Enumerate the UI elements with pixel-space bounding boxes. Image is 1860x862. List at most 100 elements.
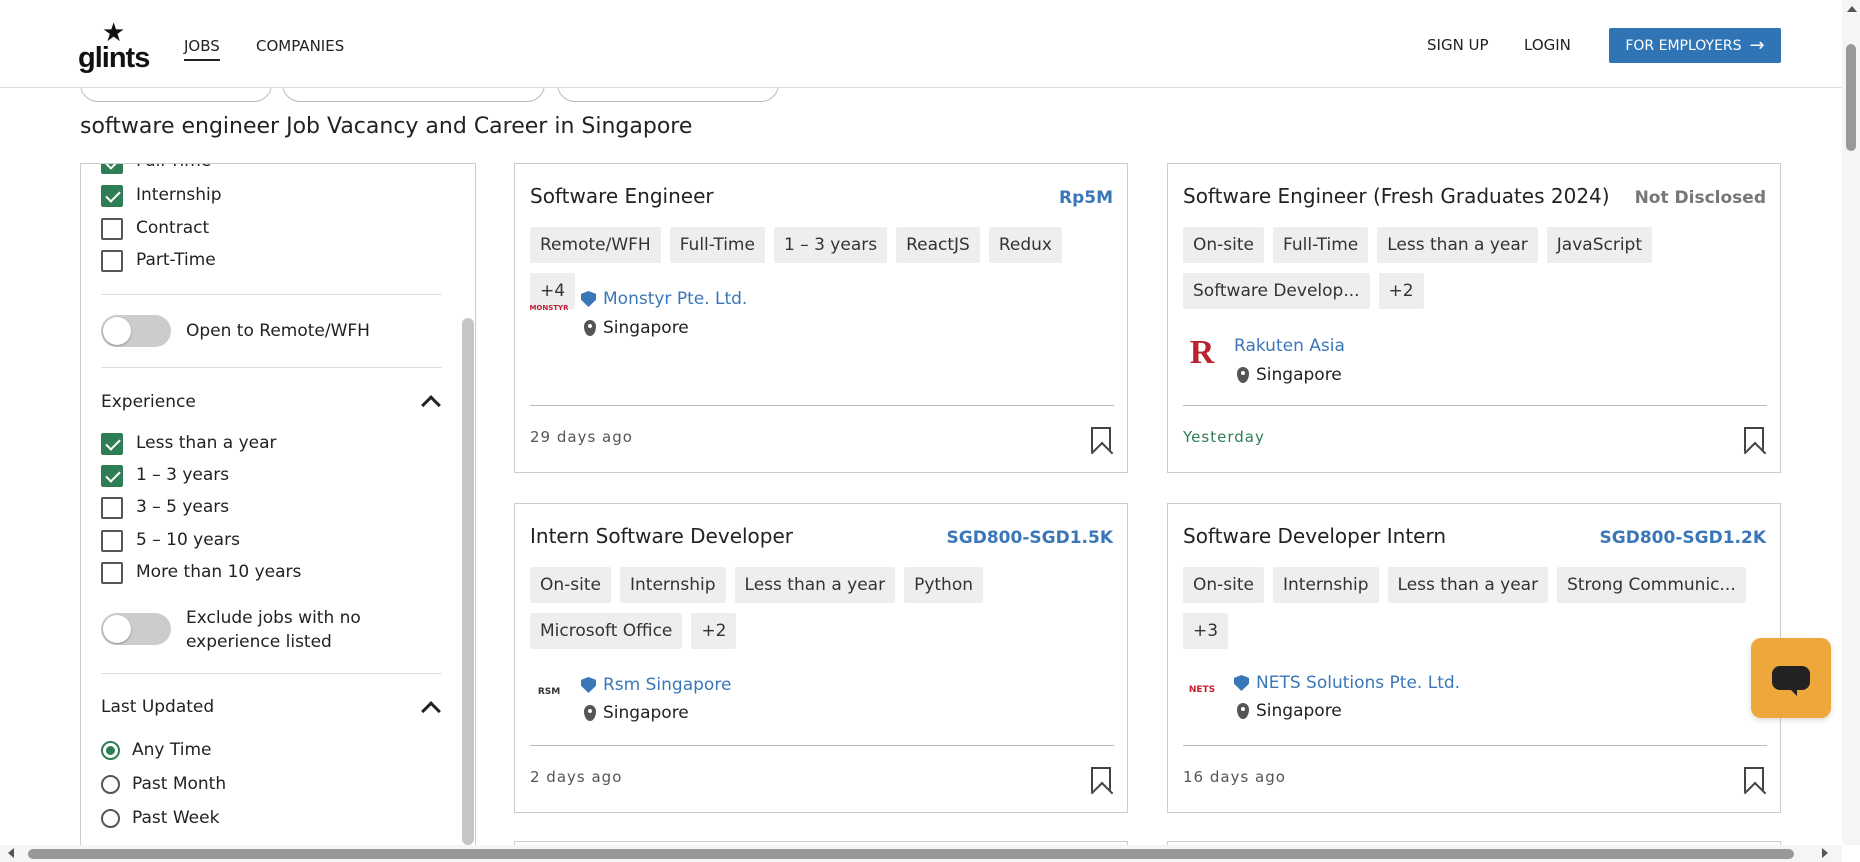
card-divider (530, 405, 1114, 406)
job-tag: Internship (1273, 567, 1379, 603)
map-pin-icon (584, 320, 596, 336)
job-salary: Not Disclosed (1634, 188, 1766, 208)
page-title: software engineer Job Vacancy and Career… (80, 114, 693, 139)
job-tag: ReactJS (896, 227, 980, 263)
filter-divider (101, 367, 442, 368)
card-divider (530, 745, 1114, 746)
label-exp-10-plus: More than 10 years (136, 562, 302, 582)
scroll-right-icon[interactable] (1822, 848, 1828, 858)
job-tag: Full-Time (669, 227, 765, 263)
job-title[interactable]: Software Engineer (530, 184, 714, 208)
job-location: Singapore (1237, 365, 1342, 385)
horizontal-scroll-thumb[interactable] (28, 849, 1794, 859)
job-location: Singapore (584, 318, 689, 338)
company-link[interactable]: Rakuten Asia (1234, 336, 1345, 356)
job-tag: +2 (691, 613, 737, 649)
remote-toggle[interactable] (101, 315, 171, 347)
scroll-left-icon[interactable] (8, 848, 14, 858)
checkbox-exp-lt-1[interactable] (101, 433, 123, 455)
posted-time: 16 days ago (1183, 768, 1286, 786)
company-link[interactable]: Monstyr Pte. Ltd. (581, 289, 747, 309)
shield-check-icon (581, 677, 596, 693)
job-tag: Less than a year (1377, 227, 1538, 263)
job-tag: Microsoft Office (530, 613, 683, 649)
label-past-month: Past Month (132, 774, 227, 794)
chat-icon (1772, 666, 1810, 690)
job-tag: Internship (620, 567, 726, 603)
sidebar-scrollbar[interactable] (462, 318, 474, 845)
job-tags: On-site Internship Less than a year Pyth… (530, 567, 1115, 649)
job-tag: On-site (530, 567, 611, 603)
for-employers-button[interactable]: FOR EMPLOYERS → (1609, 28, 1781, 63)
job-tags: On-site Internship Less than a year Stro… (1183, 567, 1768, 649)
login-link[interactable]: LOGIN (1524, 36, 1571, 54)
signup-link[interactable]: SIGN UP (1427, 36, 1489, 54)
nav-companies[interactable]: COMPANIES (256, 37, 344, 55)
job-tags: On-site Full-Time Less than a year JavaS… (1183, 227, 1768, 309)
filter-divider (101, 294, 442, 295)
bookmark-icon[interactable] (1744, 767, 1764, 792)
job-tag: Remote/WFH (530, 227, 661, 263)
job-tag: JavaScript (1546, 227, 1653, 263)
company-logo: NETS (1188, 685, 1216, 695)
job-tag: Redux (988, 227, 1062, 263)
job-title[interactable]: Software Developer Intern (1183, 524, 1446, 548)
checkbox-exp-10-plus[interactable] (101, 562, 123, 584)
top-header: ★ glints JOBS COMPANIES SIGN UP LOGIN FO… (0, 0, 1842, 88)
job-location: Singapore (1237, 701, 1342, 721)
job-tag: Python (904, 567, 984, 603)
job-card[interactable]: Software Developer Intern SGD800-SGD1.2K… (1167, 503, 1781, 813)
bookmark-icon[interactable] (1091, 427, 1111, 452)
chat-button[interactable] (1751, 638, 1831, 718)
company-link[interactable]: Rsm Singapore (581, 675, 731, 695)
checkbox-exp-1-3[interactable] (101, 465, 123, 487)
map-pin-icon (1237, 367, 1249, 383)
for-employers-label: FOR EMPLOYERS (1625, 37, 1742, 54)
posted-time: Yesterday (1183, 428, 1265, 446)
job-title[interactable]: Intern Software Developer (530, 524, 793, 548)
exclude-toggle-label: Exclude jobs with no experience listed (186, 606, 361, 654)
checkbox-contract[interactable] (101, 218, 123, 240)
location-text: Singapore (603, 318, 689, 338)
job-tag: Software Develop... (1183, 273, 1370, 309)
card-divider (1183, 745, 1767, 746)
job-location: Singapore (584, 703, 689, 723)
company-logo: MONSTYR (529, 304, 569, 312)
vertical-scroll-thumb[interactable] (1846, 44, 1856, 151)
bookmark-icon[interactable] (1091, 767, 1111, 792)
company-link[interactable]: NETS Solutions Pte. Ltd. (1234, 673, 1460, 693)
filter-divider (101, 673, 442, 674)
label-exp-lt-1: Less than a year (136, 433, 277, 453)
exclude-no-exp-toggle[interactable] (101, 613, 171, 645)
job-tag: 1 – 3 years (773, 227, 888, 263)
bookmark-icon[interactable] (1744, 427, 1764, 452)
scroll-up-icon[interactable] (1847, 6, 1857, 12)
glints-logo[interactable]: ★ glints (78, 20, 150, 74)
job-tag: Strong Communic... (1557, 567, 1746, 603)
job-card[interactable]: Software Engineer (Fresh Graduates 2024)… (1167, 163, 1781, 473)
label-any-time: Any Time (132, 740, 212, 760)
job-title[interactable]: Software Engineer (Fresh Graduates 2024) (1183, 184, 1610, 208)
checkbox-internship[interactable] (101, 185, 123, 207)
radio-past-month[interactable] (101, 775, 120, 794)
company-logo: R (1189, 334, 1215, 371)
checkbox-part-time[interactable] (101, 250, 123, 272)
radio-past-week[interactable] (101, 809, 120, 828)
job-tag: +2 (1378, 273, 1424, 309)
nav-jobs[interactable]: JOBS (184, 37, 220, 61)
job-salary: SGD800-SGD1.2K (1599, 528, 1766, 548)
map-pin-icon (584, 705, 596, 721)
label-exp-5-10: 5 – 10 years (136, 530, 240, 550)
label-internship: Internship (136, 185, 222, 205)
checkbox-exp-3-5[interactable] (101, 497, 123, 519)
card-divider (1183, 405, 1767, 406)
job-tag: Full-Time (1273, 227, 1369, 263)
last-updated-title: Last Updated (101, 697, 215, 717)
job-card[interactable]: Intern Software Developer SGD800-SGD1.5K… (514, 503, 1128, 813)
label-exp-3-5: 3 – 5 years (136, 497, 230, 517)
shield-check-icon (1234, 675, 1249, 691)
checkbox-exp-5-10[interactable] (101, 530, 123, 552)
job-card[interactable]: Software Engineer Rp5M Remote/WFH Full-T… (514, 163, 1128, 473)
job-tag: Less than a year (1387, 567, 1549, 603)
radio-any-time[interactable] (101, 741, 120, 760)
